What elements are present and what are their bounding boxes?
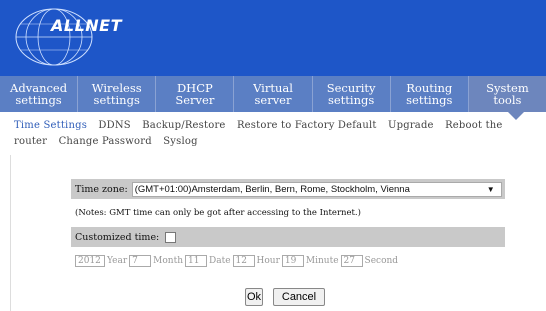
nav-virtual-server[interactable]: Virtual server [234,76,311,112]
subnav-syslog[interactable]: Syslog [163,136,197,147]
customized-time-label: Customized time: [75,231,160,243]
ok-button[interactable]: Ok [245,288,263,306]
nav-label: settings [406,93,453,107]
nav-advanced-settings[interactable]: Advanced settings [0,76,77,112]
time-fields-row: 2012 Year 7 Month 11 Date 12 Hour 19 Min… [71,253,505,269]
second-label: Second [364,256,399,266]
minute-label: Minute [305,256,339,266]
timezone-label: Time zone: [75,183,128,195]
customized-time-checkbox[interactable] [165,231,177,243]
timezone-row: Time zone: (GMT+01:00)Amsterdam, Berlin,… [71,179,505,199]
sub-navigation: Time Settings DDNS Backup/Restore Restor… [14,118,514,150]
timezone-value: (GMT+01:00)Amsterdam, Berlin, Bern, Rome… [134,183,410,195]
nav-label: settings [15,93,62,107]
second-input[interactable]: 27 [340,255,363,267]
note-row: (Notes: GMT time can only be got after a… [71,205,505,221]
main-nav: Advanced settings Wireless settings DHCP Se… [0,76,546,112]
nav-system-tools[interactable]: System tools [468,76,546,112]
nav-label: tools [493,93,522,107]
nav-routing-settings[interactable]: Routing settings [391,76,468,112]
subnav-time-settings[interactable]: Time Settings [14,120,87,131]
nav-label: Server [175,93,215,107]
year-label: Year [107,256,128,266]
dropdown-arrow-icon: ▼ [486,184,495,194]
hour-label: Hour [256,256,280,266]
cancel-button[interactable]: Cancel [273,288,325,306]
brand-logo: ALLNET [51,16,123,35]
timezone-select[interactable]: (GMT+01:00)Amsterdam, Berlin, Bern, Rome… [131,181,502,197]
date-input[interactable]: 11 [185,255,207,267]
date-label: Date [209,256,231,266]
gmt-note: (Notes: GMT time can only be got after a… [75,208,361,218]
nav-label: settings [327,93,375,107]
subnav-upgrade[interactable]: Upgrade [388,120,434,131]
nav-label: server [254,93,292,107]
month-input[interactable]: 7 [129,255,152,267]
year-input[interactable]: 2012 [75,255,105,267]
customized-time-row: Customized time: [71,227,505,247]
month-label: Month [153,256,183,266]
nav-label: settings [93,93,140,107]
content-panel: Time zone: (GMT+01:00)Amsterdam, Berlin,… [10,155,537,311]
header-banner: ALLNET [0,0,546,76]
nav-wireless-settings[interactable]: Wireless settings [78,76,155,112]
nav-dhcp-server[interactable]: DHCP Server [156,76,233,112]
minute-input[interactable]: 19 [281,255,304,267]
hour-input[interactable]: 12 [232,255,255,267]
subnav-change-password[interactable]: Change Password [59,136,152,147]
subnav-restore-default[interactable]: Restore to Factory Default [237,120,377,131]
nav-security-settings[interactable]: Security settings [313,76,390,112]
subnav-ddns[interactable]: DDNS [98,120,130,131]
subnav-backup-restore[interactable]: Backup/Restore [142,120,225,131]
